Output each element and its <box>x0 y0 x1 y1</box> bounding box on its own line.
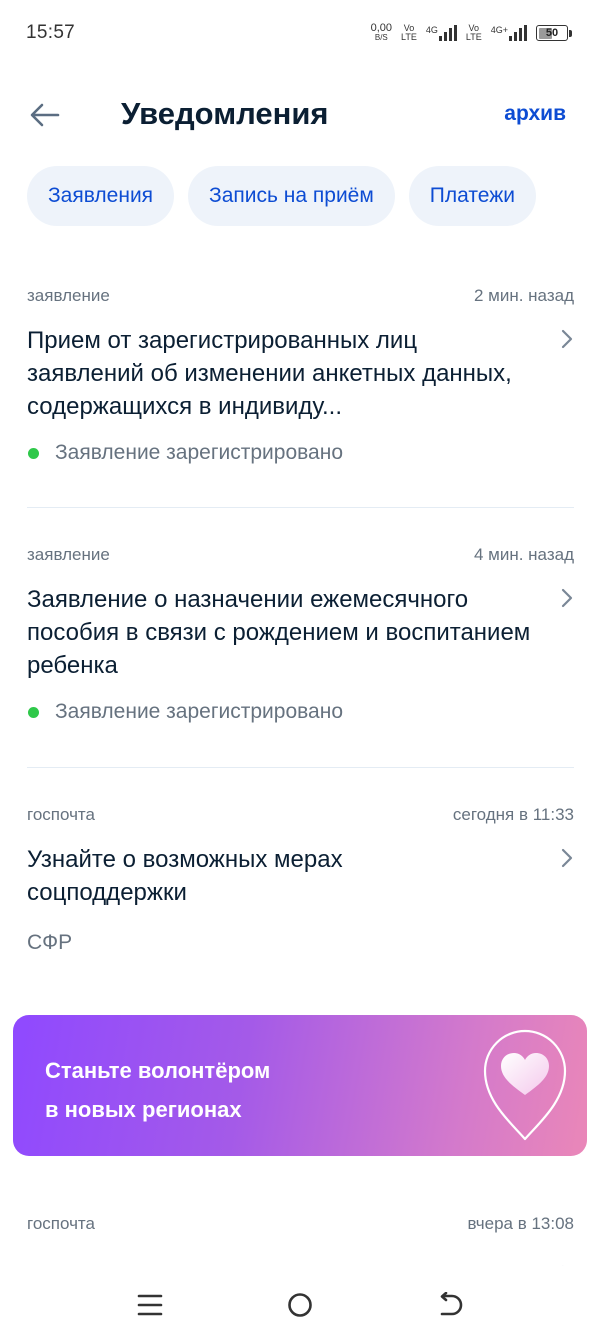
banner-line-2: в новых регионах <box>45 1097 242 1122</box>
notification-status: Заявление зарегистрировано <box>27 441 574 465</box>
status-indicators: 0,00 B/S Vo LTE 4G Vo LTE 4G+ 50 <box>370 22 572 43</box>
status-dot-icon <box>28 706 39 718</box>
status-dot-icon <box>28 447 39 459</box>
home-circle-icon <box>288 1293 312 1317</box>
chevron-right-icon <box>561 588 573 608</box>
volte-icon: Vo LTE <box>401 23 417 42</box>
header: Уведомления архив <box>0 82 600 148</box>
filter-chip-applications[interactable]: Заявления <box>27 166 175 226</box>
notification-item[interactable]: госпочта сегодня в 11:33 Узнайте о возмо… <box>27 803 574 955</box>
back-gesture-icon <box>440 1292 463 1316</box>
notification-status-text: Заявление зарегистрировано <box>55 700 344 723</box>
status-time: 15:57 <box>26 22 76 43</box>
notification-item[interactable]: заявление 4 мин. назад Заявление о назна… <box>27 543 574 724</box>
nav-back-button[interactable] <box>425 1280 475 1330</box>
notification-time: 2 мин. назад <box>473 286 574 305</box>
battery-icon: 50 <box>536 25 572 41</box>
notification-time: 4 мин. назад <box>473 545 574 564</box>
menu-icon <box>137 1294 163 1316</box>
filter-chip-payments[interactable]: Платежи <box>408 166 536 226</box>
notification-source: СФР <box>27 931 73 954</box>
notification-category: заявление <box>27 286 110 305</box>
notification-time: сегодня в 11:33 <box>452 805 574 824</box>
nav-home-button[interactable] <box>275 1280 325 1330</box>
divider <box>27 507 574 508</box>
banner-line-1: Станьте волонтёром <box>45 1058 271 1083</box>
nav-menu-button[interactable] <box>125 1280 175 1330</box>
volunteer-banner[interactable]: Станьте волонтёром в новых регионах <box>13 1015 587 1156</box>
notification-category: госпочта <box>27 1214 95 1233</box>
notification-status: Заявление зарегистрировано <box>27 700 574 724</box>
battery-level: 50 <box>545 27 559 39</box>
notification-category: госпочта <box>27 805 95 824</box>
filter-chip-appointments[interactable]: Запись на приём <box>188 166 395 226</box>
notification-item[interactable]: заявление 2 мин. назад Прием от зарегист… <box>27 284 574 465</box>
archive-link[interactable]: архив <box>504 102 566 126</box>
signal-icon: 4G <box>426 25 457 41</box>
notification-title: Заявление о назначении ежемесячного посо… <box>27 586 531 679</box>
heart-location-pin-icon <box>483 1029 567 1141</box>
chevron-right-icon <box>561 329 573 349</box>
back-button[interactable] <box>20 92 70 138</box>
volte-icon-2: Vo LTE <box>465 23 482 42</box>
network-speed-unit: B/S <box>374 33 388 42</box>
arrow-left-icon <box>30 103 60 127</box>
network-speed: 0,00 B/S <box>370 22 393 43</box>
status-bar: 15:57 0,00 B/S Vo LTE 4G Vo LTE 4G+ 50 <box>0 0 600 66</box>
divider <box>27 767 574 768</box>
network-speed-value: 0,00 <box>370 22 393 34</box>
system-nav-bar <box>0 1266 600 1342</box>
notification-title: Узнайте о возможных мерах соцподдержки <box>27 846 343 906</box>
signal-icon-2: 4G+ <box>491 25 527 41</box>
notification-time: вчера в 13:08 <box>467 1214 574 1233</box>
notification-item[interactable]: госпочта вчера в 13:08 <box>27 1212 574 1236</box>
network-type-label: 4G <box>425 25 438 35</box>
notification-category: заявление <box>27 545 110 564</box>
filter-chips: Заявления Запись на приём Платежи <box>27 166 600 228</box>
chevron-right-icon <box>561 848 573 868</box>
notification-status-text: Заявление зарегистрировано <box>55 441 344 464</box>
network-type-label-2: 4G+ <box>490 25 508 35</box>
notification-title: Прием от зарегистрированных лиц заявлени… <box>27 327 512 420</box>
page-title: Уведомления <box>121 96 329 131</box>
